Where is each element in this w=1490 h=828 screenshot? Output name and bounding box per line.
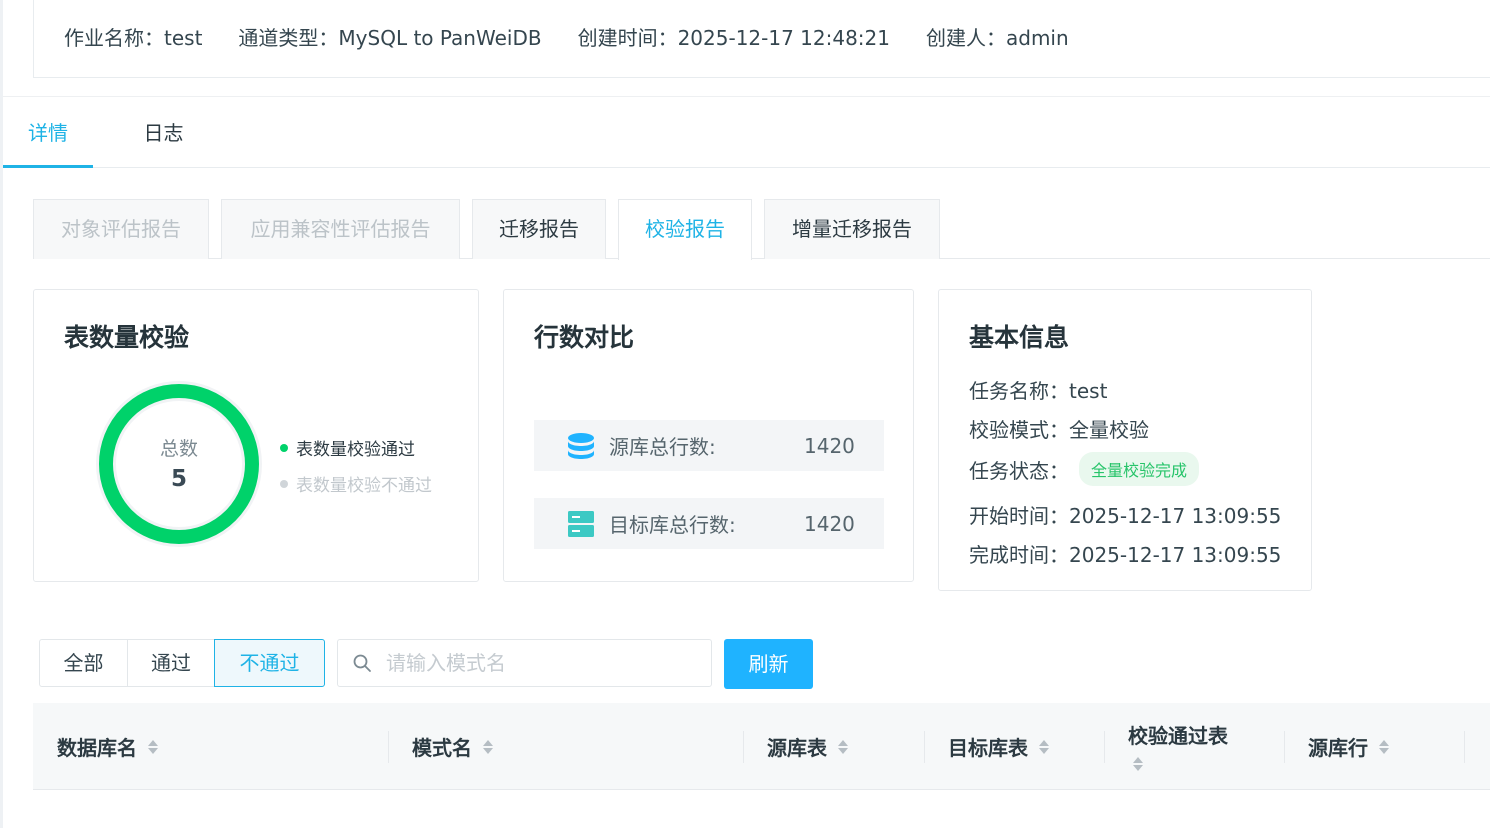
donut-total-label: 总数: [159, 438, 198, 460]
status-badge: 全量校验完成: [1079, 452, 1200, 486]
sort-icon[interactable]: [1038, 738, 1050, 756]
tab-object-assessment-report[interactable]: 对象评估报告: [33, 199, 209, 259]
database-icon: [568, 432, 594, 459]
column-divider: [1464, 731, 1465, 763]
row-compare-card: 行数对比 源库总行数: 1420 目标库总行数: 1420: [503, 289, 914, 582]
legend-pass[interactable]: 表数量校验通过: [280, 435, 415, 460]
sort-icon[interactable]: [482, 738, 494, 756]
column-divider: [743, 731, 744, 763]
table-count-title: 表数量校验: [64, 323, 190, 352]
basic-info-card: 基本信息 任务名称：test 校验模式：全量校验 任务状态： 全量校验完成 开始…: [938, 289, 1312, 591]
legend-fail[interactable]: 表数量校验不通过: [280, 471, 432, 496]
table-count-card: 表数量校验 总数 5 表数量校验通过 表数量校验不通过: [33, 289, 479, 582]
refresh-button[interactable]: 刷新: [724, 639, 813, 689]
column-divider: [1104, 731, 1105, 763]
source-rows-value: 1420: [804, 433, 855, 458]
row-compare-title: 行数对比: [534, 323, 635, 352]
active-tab-underline: [3, 165, 93, 168]
tab-details-label: 详情: [28, 121, 68, 145]
sort-icon[interactable]: [1132, 755, 1144, 773]
th-more: [1464, 703, 1490, 790]
job-name: 作业名称：test: [64, 26, 203, 50]
th-source-tables[interactable]: 源库表: [743, 703, 923, 790]
server-icon: [568, 510, 594, 537]
divider: [3, 96, 1490, 97]
check-mode: 校验模式：全量校验: [969, 418, 1149, 442]
donut-pass-arc: [99, 384, 259, 544]
tab-incremental-migration-report[interactable]: 增量迁移报告: [764, 199, 940, 259]
task-name: 任务名称：test: [969, 379, 1108, 403]
th-database-name[interactable]: 数据库名: [57, 703, 387, 790]
creator: 创建人：admin: [926, 26, 1069, 50]
target-rows-value: 1420: [804, 511, 855, 536]
th-database-name-label: 数据库名: [57, 736, 137, 760]
schema-search-input[interactable]: [386, 651, 686, 675]
tab-migration-report[interactable]: 迁移报告: [472, 199, 606, 259]
th-schema-name[interactable]: 模式名: [388, 703, 742, 790]
target-rows-label: 目标库总行数:: [609, 513, 736, 537]
column-divider: [1284, 731, 1285, 763]
legend-pass-label: 表数量校验通过: [296, 440, 415, 460]
legend-fail-dot: [280, 479, 288, 488]
th-passed-tables-stack: 校验通过表: [1128, 720, 1228, 773]
th-passed-tables-label: 校验通过表: [1128, 724, 1228, 748]
finish-time: 完成时间：2025-12-17 13:09:55: [969, 543, 1282, 567]
filter-all-button[interactable]: 全部: [39, 639, 128, 687]
th-schema-name-label: 模式名: [412, 736, 472, 760]
task-status-row: 任务状态： 全量校验完成: [969, 452, 1200, 486]
filter-fail-button[interactable]: 不通过: [214, 639, 325, 687]
start-time: 开始时间：2025-12-17 13:09:55: [969, 504, 1282, 528]
th-passed-tables[interactable]: 校验通过表: [1104, 703, 1284, 790]
job-info-card: 作业名称：test 通道类型：MySQL to PanWeiDB 创建时间：20…: [33, 0, 1490, 78]
tab-logs[interactable]: 日志: [121, 100, 206, 168]
task-status-label: 任务状态：: [969, 458, 1069, 483]
th-target-tables[interactable]: 目标库表: [924, 703, 1104, 790]
sort-icon[interactable]: [147, 738, 159, 756]
basic-info-title: 基本信息: [969, 323, 1070, 352]
report-tabs: 对象评估报告 应用兼容性评估报告 迁移报告 校验报告 增量迁移报告: [33, 199, 1490, 260]
schema-search: [337, 639, 712, 687]
table-count-donut: [96, 381, 262, 547]
legend-fail-label: 表数量校验不通过: [296, 476, 432, 496]
created-time: 创建时间：2025-12-17 12:48:21: [577, 26, 890, 50]
tab-logs-label: 日志: [143, 121, 184, 145]
source-rows-label: 源库总行数:: [609, 435, 716, 459]
sort-icon[interactable]: [837, 738, 849, 756]
th-source-rows-label: 源库行: [1308, 736, 1368, 760]
search-icon: [353, 654, 371, 672]
filter-pass-button[interactable]: 通过: [127, 639, 215, 687]
tab-verification-report[interactable]: 校验报告: [618, 199, 752, 260]
sort-icon[interactable]: [1378, 738, 1390, 756]
legend-pass-dot: [280, 443, 288, 452]
target-rows-box: 目标库总行数: 1420: [534, 498, 884, 549]
source-rows-box: 源库总行数: 1420: [534, 420, 884, 471]
main-tabs: 详情 日志: [3, 100, 1490, 168]
column-divider: [388, 731, 389, 763]
table-header: 数据库名 模式名 源库表 目标库表 校验通过表 源库行: [33, 703, 1490, 790]
th-target-tables-label: 目标库表: [948, 736, 1028, 760]
tab-app-compatibility-report[interactable]: 应用兼容性评估报告: [221, 199, 460, 259]
job-info-row: 作业名称：test 通道类型：MySQL to PanWeiDB 创建时间：20…: [64, 22, 1105, 51]
donut-total-value: 5: [170, 466, 187, 492]
th-source-rows[interactable]: 源库行: [1284, 703, 1464, 790]
column-divider: [924, 731, 925, 763]
tab-details[interactable]: 详情: [3, 100, 93, 168]
channel-type: 通道类型：MySQL to PanWeiDB: [238, 26, 542, 50]
th-source-tables-label: 源库表: [767, 736, 827, 760]
